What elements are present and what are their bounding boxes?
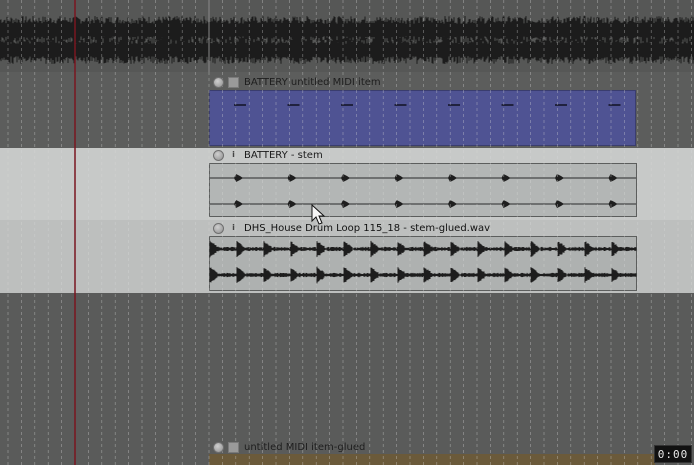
track-lane-master-waveform[interactable] (0, 0, 694, 72)
stem-audio-item[interactable] (209, 163, 637, 217)
stem-item-title: BATTERY - stem (244, 149, 323, 161)
round-button-icon[interactable] (213, 149, 224, 161)
drum-loop-item-header[interactable]: i DHS_House Drum Loop 115_18 - stem-glue… (210, 221, 490, 235)
round-button-icon[interactable] (213, 441, 224, 453)
midi-item-header[interactable]: BATTERY untitled MIDI item (210, 75, 381, 89)
stem-item-header[interactable]: i BATTERY - stem (210, 148, 323, 162)
midi-item-title: BATTERY untitled MIDI item (244, 76, 381, 88)
track-lane-empty[interactable] (0, 293, 694, 439)
info-icon[interactable]: i (228, 223, 239, 234)
take-square-icon[interactable] (228, 76, 239, 88)
glued-item-header[interactable]: untitled MIDI item-glued (210, 440, 365, 454)
take-square-icon[interactable] (228, 441, 239, 453)
glued-item-title: untitled MIDI item-glued (244, 441, 366, 453)
glued-midi-item[interactable] (209, 454, 655, 465)
mouse-pointer-icon (311, 204, 326, 225)
round-button-icon[interactable] (213, 76, 224, 88)
round-button-icon[interactable] (213, 222, 224, 234)
drum-loop-item-title: DHS_House Drum Loop 115_18 - stem-glued.… (244, 222, 491, 234)
info-icon[interactable]: i (228, 150, 239, 161)
midi-item[interactable] (209, 90, 636, 146)
time-display: 0:00 (654, 445, 692, 463)
drum-loop-audio-item[interactable] (209, 236, 637, 291)
